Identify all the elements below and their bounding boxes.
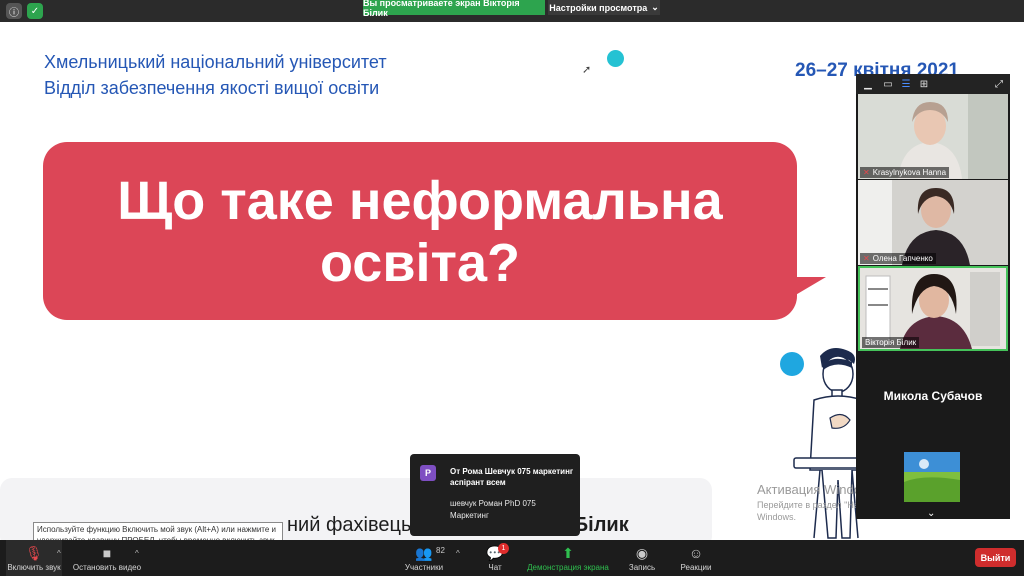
chevron-up-icon[interactable]: ^	[456, 549, 460, 558]
expand-icon[interactable]: ⤢	[993, 78, 1005, 90]
meeting-toolbar: 🎙 Включить звук ^ ■ Остановить видео ^ 👥…	[0, 540, 1024, 576]
unmute-label: Включить звук	[7, 562, 61, 572]
question-line-1: Що таке неформальна	[117, 171, 723, 231]
top-bar: ⓘ ✓ Вы просматриваете экран Вікторія Біл…	[0, 0, 1024, 22]
info-icon[interactable]: ⓘ	[6, 3, 22, 19]
landscape-thumbnail-icon	[904, 452, 960, 502]
share-screen-icon: ⬆	[562, 544, 574, 561]
chevron-down-icon[interactable]: ⌄	[927, 508, 935, 519]
chat-sender: От Рома Шевчук 075 маркетинг аспірант вс…	[450, 467, 574, 487]
participant-label: ✕ Олена Гапченко	[860, 253, 936, 264]
view-settings-button[interactable]: Настройки просмотра ⌄	[548, 0, 660, 15]
chat-label: Чат	[488, 562, 502, 572]
minimize-icon[interactable]: ▁	[862, 78, 874, 90]
unmute-button[interactable]: 🎙 Включить звук	[6, 540, 62, 576]
participant-tile[interactable]: ✕ Олена Гапченко	[858, 180, 1008, 265]
video-camera-icon: ■	[102, 544, 112, 561]
question-line-2: освіта?	[320, 233, 520, 293]
participant-label: Вікторія Білик	[862, 337, 920, 348]
zoom-meeting-window: ⓘ ✓ Вы просматриваете экран Вікторія Біл…	[0, 0, 1024, 576]
record-label: Запись	[628, 562, 656, 572]
participant-tile-active[interactable]: Вікторія Білик	[858, 266, 1008, 351]
mic-muted-icon: ✕	[863, 254, 870, 263]
participant-name: Вікторія Білик	[865, 338, 917, 347]
participant-name: Олена Гапченко	[872, 254, 933, 263]
shield-icon[interactable]: ✓	[27, 3, 43, 19]
participant-name-tile[interactable]: Микола Субачов	[856, 353, 1010, 438]
chevron-up-icon[interactable]: ^	[57, 549, 61, 558]
viewing-banner: Вы просматриваете экран Вікторія Білик	[363, 0, 545, 18]
share-screen-label: Демонстрация экрана	[527, 562, 609, 572]
stop-video-button[interactable]: ■ Остановить видео	[72, 540, 142, 576]
record-icon: ◉	[635, 544, 649, 561]
university-name: Хмельницький національний університет	[44, 52, 387, 72]
avatar: Р	[420, 465, 436, 481]
department-name: Відділ забезпечення якості вищої освіти	[44, 78, 380, 98]
chevron-up-icon[interactable]: ^	[135, 549, 139, 558]
decor-dot	[607, 50, 624, 67]
chevron-down-icon: ⌄	[651, 2, 659, 12]
participant-tile[interactable]: ✕ Krasylnykova Hanna	[858, 94, 1008, 179]
slide-question: Що таке неформальна освіта?	[43, 170, 797, 294]
list-view-icon[interactable]: ☰	[900, 78, 912, 90]
smiley-icon: ☺	[688, 544, 704, 561]
reactions-button[interactable]: ☺ Реакции	[678, 540, 714, 576]
participant-name: Krasylnykova Hanna	[872, 168, 947, 177]
record-button[interactable]: ◉ Запись	[626, 540, 658, 576]
participants-icon: 👥	[415, 544, 433, 561]
chat-unread-badge: 1	[498, 543, 509, 554]
share-screen-button[interactable]: ⬆ Демонстрация экрана	[524, 540, 612, 576]
leave-meeting-button[interactable]: Выйти	[975, 548, 1016, 567]
participants-label: Участники	[404, 562, 444, 572]
chat-notification[interactable]: Р От Рома Шевчук 075 маркетинг аспірант …	[410, 454, 580, 536]
gallery-toolbar: ▁ ▭ ☰ ⊞ ⤢	[856, 74, 1010, 94]
mouse-cursor-icon: ➚	[582, 64, 592, 76]
single-view-icon[interactable]: ▭	[882, 78, 894, 90]
mic-muted-icon: 🎙	[25, 544, 43, 561]
mic-muted-icon: ✕	[863, 168, 870, 177]
grid-view-icon[interactable]: ⊞	[918, 78, 930, 90]
chat-message: шевчук Роман PhD 075 Маркетинг	[450, 499, 536, 520]
participant-label: ✕ Krasylnykova Hanna	[860, 167, 950, 178]
view-settings-label: Настройки просмотра	[549, 2, 648, 13]
video-gallery-panel: ▁ ▭ ☰ ⊞ ⤢ ✕ Krasylnykova Hanna ✕ Олена Г…	[856, 74, 1010, 519]
stop-video-label: Остановить видео	[72, 562, 142, 572]
reactions-label: Реакции	[680, 562, 712, 572]
participants-count: 82	[436, 546, 445, 555]
